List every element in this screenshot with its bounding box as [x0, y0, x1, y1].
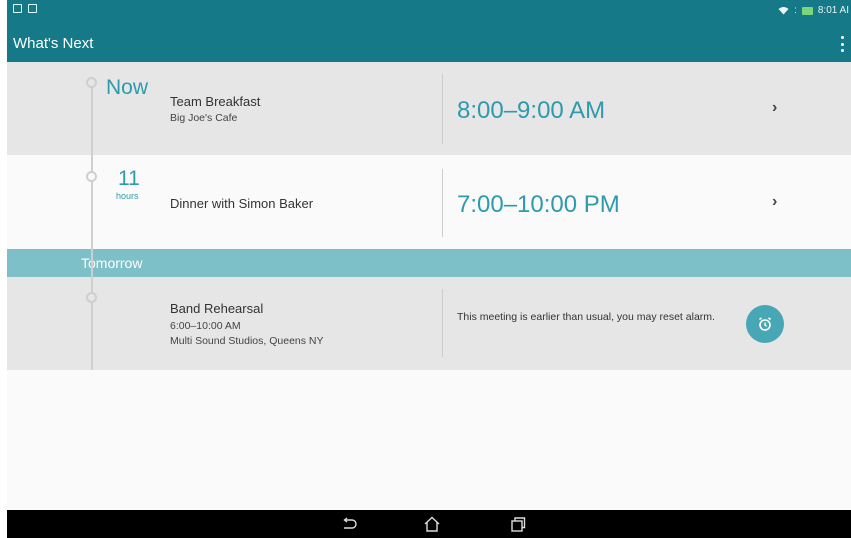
- section-header-tomorrow: Tomorrow: [7, 249, 851, 277]
- system-nav-bar: [7, 510, 851, 538]
- download-notification-icon: [28, 4, 37, 13]
- signal-extra: :: [794, 5, 797, 16]
- event-time-line: 6:00–10:00 AM: [170, 320, 241, 332]
- timeline-line: [91, 80, 93, 370]
- timeline-dot: [86, 171, 97, 182]
- home-icon[interactable]: [421, 514, 443, 534]
- event-when-unit: hours: [116, 191, 139, 201]
- wifi-icon: [778, 7, 789, 15]
- status-time: 8:01 AI: [817, 5, 849, 16]
- status-right: : 8:01 AI: [778, 5, 849, 16]
- event-row-team-breakfast[interactable]: Now Team Breakfast Big Joe's Cafe 8:00–9…: [7, 62, 851, 155]
- app-bar: What's Next: [7, 26, 851, 62]
- status-bar: : 8:01 AI: [7, 0, 851, 26]
- screenshot-notification-icon: [13, 4, 22, 13]
- event-time: 7:00–10:00 PM: [457, 191, 620, 218]
- app-title: What's Next: [13, 35, 94, 52]
- event-title: Dinner with Simon Baker: [170, 196, 314, 211]
- event-when-label: Now: [106, 76, 149, 99]
- event-subtitle: Big Joe's Cafe: [170, 112, 238, 124]
- app-screen: : 8:01 AI What's Next Now Team Breakfast…: [7, 0, 851, 538]
- back-icon[interactable]: [338, 514, 360, 534]
- overflow-menu-icon[interactable]: [837, 34, 847, 54]
- reset-alarm-button[interactable]: [746, 305, 784, 343]
- event-when-number: 11: [118, 167, 140, 190]
- timeline-dot: [86, 77, 97, 88]
- alarm-note: This meeting is earlier than usual, you …: [457, 311, 715, 323]
- event-location: Multi Sound Studios, Queens NY: [170, 335, 324, 347]
- row-divider: [442, 169, 443, 237]
- row-divider: [442, 74, 443, 144]
- chevron-right-icon[interactable]: ›: [772, 99, 777, 117]
- notification-icons: [13, 4, 37, 13]
- event-title: Band Rehearsal: [170, 301, 264, 316]
- alarm-clock-icon: [758, 317, 772, 331]
- event-title: Team Breakfast: [170, 94, 261, 109]
- timeline-dot: [86, 292, 97, 303]
- recents-icon[interactable]: [507, 514, 529, 534]
- chevron-right-icon[interactable]: ›: [772, 193, 777, 211]
- row-divider: [442, 289, 443, 357]
- event-row-band-rehearsal[interactable]: Band Rehearsal 6:00–10:00 AM Multi Sound…: [7, 277, 851, 370]
- event-time: 8:00–9:00 AM: [457, 97, 606, 124]
- event-row-dinner[interactable]: 11 hours Dinner with Simon Baker 7:00–10…: [7, 155, 851, 249]
- battery-icon: [801, 6, 813, 15]
